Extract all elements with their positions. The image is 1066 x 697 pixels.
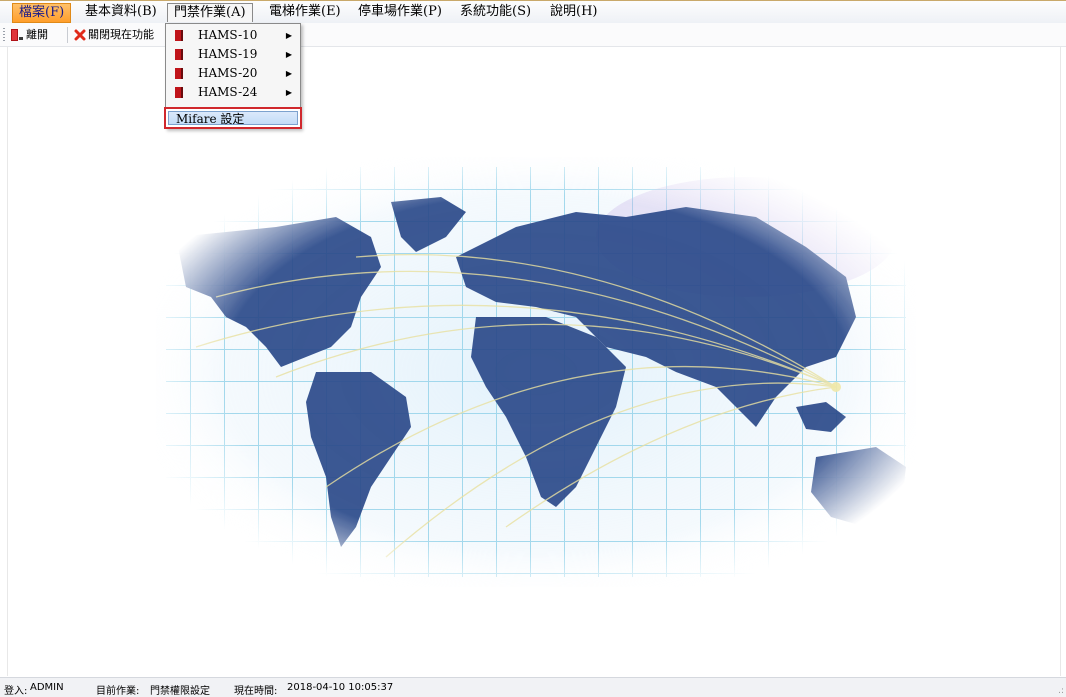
- menu-basic-data[interactable]: 基本資料(B): [79, 3, 163, 21]
- current-time-value: 2018-04-10 10:05:37: [287, 682, 394, 693]
- dropdown-item-hams-10[interactable]: HAMS-10 ▶: [168, 26, 298, 45]
- submenu-arrow-icon: ▶: [285, 31, 292, 40]
- dropdown-item-hams-20[interactable]: HAMS-20 ▶: [168, 64, 298, 83]
- exit-door-icon: [11, 29, 23, 41]
- highlight-background: Mifare 設定: [168, 111, 298, 126]
- menu-bar: 檔案(F) 基本資料(B) 門禁作業(A) 電梯作業(E) 停車場作業(P) 系…: [0, 0, 1066, 23]
- submenu-arrow-icon: ▶: [285, 50, 292, 59]
- toolbar-separator: [67, 27, 68, 43]
- menu-system[interactable]: 系統功能(S): [454, 3, 537, 21]
- login-label: 登入:: [4, 686, 28, 697]
- exit-label: 離開: [26, 28, 48, 41]
- dropdown-item-label: HAMS-24: [198, 85, 258, 99]
- current-task-label: 目前作業:: [96, 686, 140, 697]
- current-task-value: 門禁權限設定: [150, 686, 210, 697]
- dropdown-item-mifare-settings[interactable]: Mifare 設定: [164, 107, 302, 129]
- dropdown-item-hams-24[interactable]: HAMS-24 ▶: [168, 83, 298, 102]
- red-x-icon: [74, 29, 86, 41]
- menu-file[interactable]: 檔案(F): [12, 3, 72, 23]
- close-current-label: 關閉現在功能: [88, 28, 154, 41]
- current-time-label: 現在時間:: [234, 686, 278, 697]
- dropdown-item-label: HAMS-20: [198, 66, 258, 80]
- dropdown-item-hams-19[interactable]: HAMS-19 ▶: [168, 45, 298, 64]
- dropdown-item-label: HAMS-19: [198, 47, 258, 61]
- mifare-settings-label: Mifare 設定: [176, 112, 245, 126]
- red-book-icon: [175, 87, 183, 98]
- submenu-arrow-icon: ▶: [285, 88, 292, 97]
- dropdown-item-label: HAMS-10: [198, 28, 258, 42]
- main-content: [7, 47, 1061, 676]
- access-control-dropdown: HAMS-10 ▶ HAMS-19 ▶ HAMS-20 ▶ HAMS-24 ▶ …: [164, 23, 302, 129]
- menu-access-control[interactable]: 門禁作業(A): [167, 3, 253, 22]
- red-book-icon: [175, 49, 183, 60]
- menu-help[interactable]: 說明(H): [544, 3, 603, 21]
- red-book-icon: [175, 68, 183, 79]
- menu-parking[interactable]: 停車場作業(P): [352, 3, 448, 21]
- world-map-background: [156, 157, 916, 587]
- menu-elevator[interactable]: 電梯作業(E): [263, 3, 347, 21]
- toolbar: 離開 關閉現在功能: [0, 23, 1066, 47]
- toolbar-grip[interactable]: [3, 28, 5, 42]
- resize-grip-icon[interactable]: .:: [1058, 686, 1064, 696]
- login-value: ADMIN: [30, 682, 64, 693]
- submenu-arrow-icon: ▶: [285, 69, 292, 78]
- status-bar: 登入: ADMIN 目前作業: 門禁權限設定 現在時間: 2018-04-10 …: [0, 677, 1066, 697]
- red-book-icon: [175, 30, 183, 41]
